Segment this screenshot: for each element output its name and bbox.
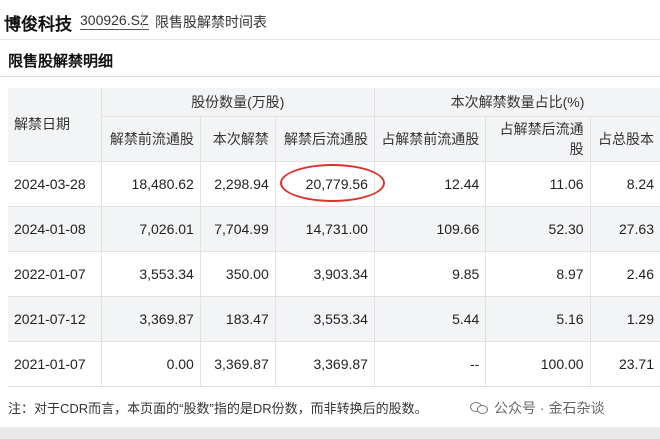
wechat-icon — [470, 400, 490, 416]
unlock-table: 解禁日期 股份数量(万股) 本次解禁数量占比(%) 解禁前流通股 本次解禁 解禁… — [8, 88, 660, 387]
bottom-bar — [0, 427, 660, 439]
table-row: 2024-01-08 7,026.01 7,704.99 14,731.00 1… — [8, 206, 660, 252]
cell-post: 3,903.34 — [275, 251, 375, 297]
cell-date: 2021-07-12 — [8, 296, 102, 342]
cell-post: 3,553.34 — [275, 296, 375, 342]
cell-pct-total: 23.71 — [590, 341, 660, 387]
cell-date: 2021-01-07 — [8, 341, 102, 387]
page-title: 限售股解禁时间表 — [155, 14, 267, 30]
watermark-text: 公众号 · 金石杂谈 — [494, 400, 605, 416]
cell-pct-pre: 12.44 — [374, 161, 487, 207]
header-pct-post: 占解禁后流通股 — [485, 116, 591, 162]
table-column-header-row: 解禁前流通股 本次解禁 解禁后流通股 占解禁前流通股 占解禁后流通股 占总股本 — [8, 116, 660, 162]
stock-code-text[interactable]: 300926.SZ — [80, 12, 149, 30]
cell-pct-post: 52.30 — [485, 206, 591, 252]
header-pre-float: 解禁前流通股 — [101, 116, 201, 162]
cell-post: 14,731.00 — [275, 206, 375, 252]
cell-date: 2024-03-28 — [8, 161, 102, 207]
table-row: 2022-01-07 3,553.34 350.00 3,903.34 9.85… — [8, 251, 660, 297]
section-divider — [0, 76, 660, 77]
cell-pct-pre: 5.44 — [374, 296, 487, 342]
cell-unlock: 350.00 — [200, 251, 276, 297]
header-pct-pre: 占解禁前流通股 — [374, 116, 487, 162]
cell-unlock: 7,704.99 — [200, 206, 276, 252]
cell-date: 2022-01-07 — [8, 251, 102, 297]
highlight-circle — [280, 164, 385, 202]
cell-post: 3,369.87 — [275, 341, 375, 387]
cell-pre: 7,026.01 — [101, 206, 201, 252]
header-ratio-group: 本次解禁数量占比(%) — [374, 88, 660, 117]
cell-pct-total: 1.29 — [590, 296, 660, 342]
top-bar: 博俊科技 300926.SZ 限售股解禁时间表 — [0, 0, 660, 40]
header-unlock: 本次解禁 — [200, 116, 276, 162]
cell-unlock: 2,298.94 — [200, 161, 276, 207]
header-date: 解禁日期 — [8, 88, 102, 162]
company-name[interactable]: 博俊科技 — [4, 10, 72, 35]
cell-pct-post: 11.06 — [485, 161, 591, 207]
divider — [142, 12, 143, 28]
cell-pct-pre: 9.85 — [374, 251, 487, 297]
header-shares-group: 股份数量(万股) — [101, 88, 375, 117]
cell-pct-pre: -- — [374, 341, 487, 387]
cell-pre: 3,553.34 — [101, 251, 201, 297]
cell-pct-post: 8.97 — [485, 251, 591, 297]
cell-unlock: 183.47 — [200, 296, 276, 342]
cell-unlock: 3,369.87 — [200, 341, 276, 387]
cell-pre: 0.00 — [101, 341, 201, 387]
watermark: 公众号 · 金石杂谈 — [470, 398, 604, 418]
table-row: 2021-01-07 0.00 3,369.87 3,369.87 -- 100… — [8, 341, 660, 387]
footnote: 注：对于CDR而言，本页面的“股数”指的是DR份数，而非转换后的股数。 — [8, 401, 428, 416]
section-title: 限售股解禁明细 — [8, 53, 114, 70]
cell-pct-total: 8.24 — [590, 161, 660, 207]
cell-pct-total: 2.46 — [590, 251, 660, 297]
header-pct-total: 占总股本 — [590, 116, 660, 162]
header-post-float: 解禁后流通股 — [275, 116, 375, 162]
cell-pre: 3,369.87 — [101, 296, 201, 342]
cell-pct-post: 5.16 — [485, 296, 591, 342]
cell-pct-pre: 109.66 — [374, 206, 487, 252]
cell-pct-total: 27.63 — [590, 206, 660, 252]
table-group-header-row: 解禁日期 股份数量(万股) 本次解禁数量占比(%) — [8, 88, 660, 162]
cell-pct-post: 100.00 — [485, 341, 591, 387]
cell-pre: 18,480.62 — [101, 161, 201, 207]
stock-code[interactable]: 300926.SZ — [80, 12, 149, 30]
cell-date: 2024-01-08 — [8, 206, 102, 252]
table-row: 2021-07-12 3,369.87 183.47 3,553.34 5.44… — [8, 296, 660, 342]
